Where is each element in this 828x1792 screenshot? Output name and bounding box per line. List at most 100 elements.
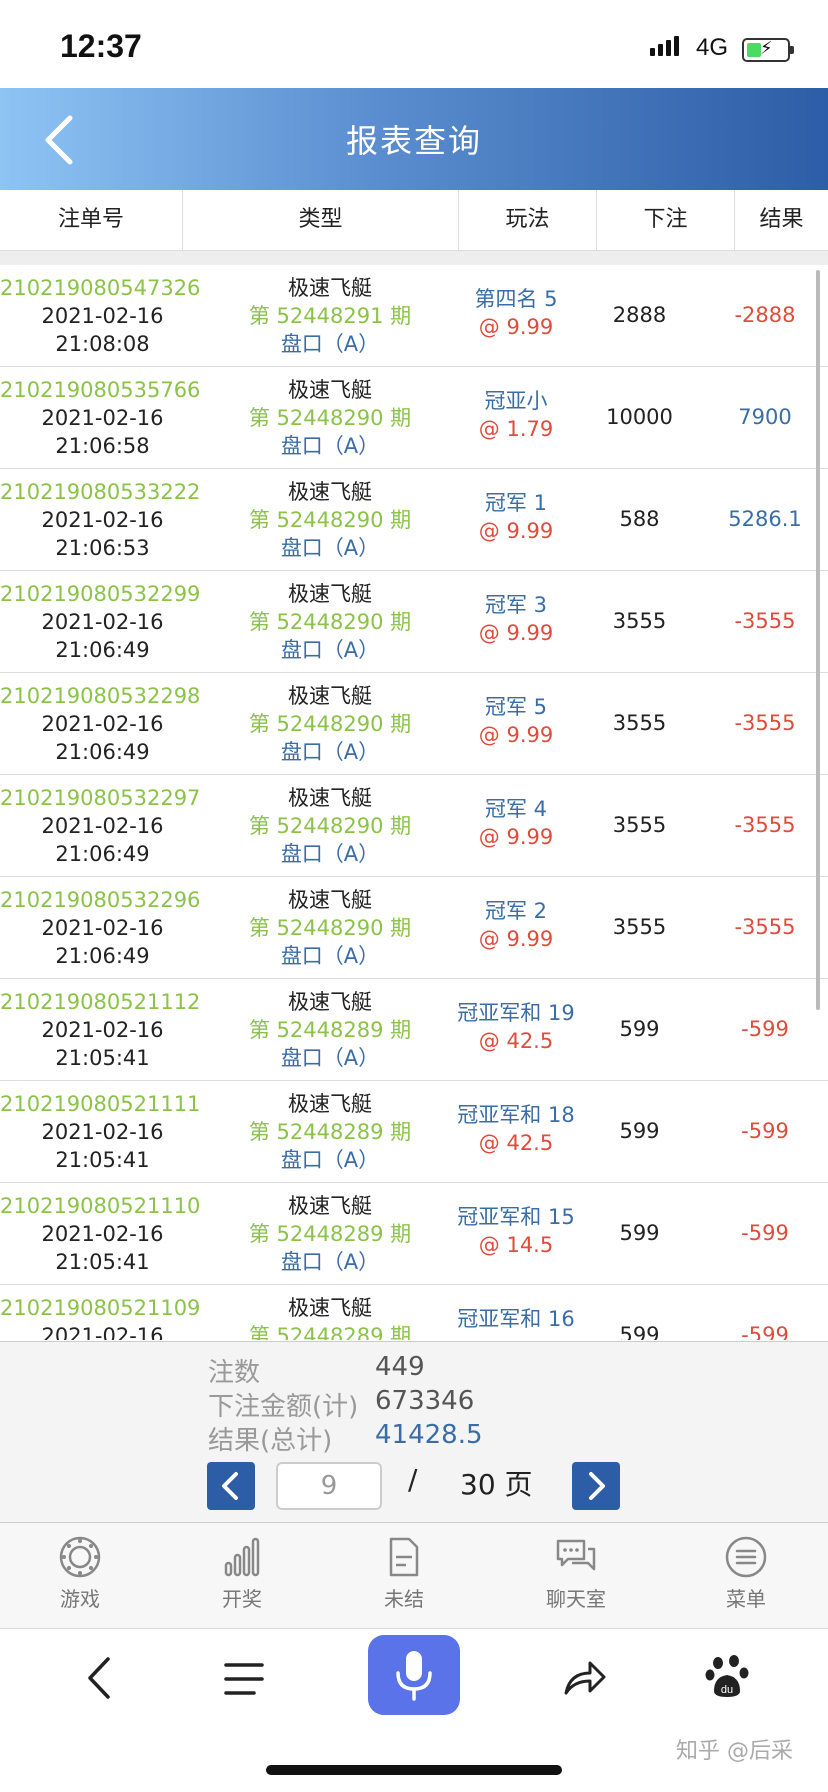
play-name: 冠军 3 [484, 593, 548, 617]
order-number: 210219080535766 [0, 378, 201, 402]
play-name: 冠军 2 [484, 899, 548, 923]
type-cell: 极速飞艇 第 52448289 期 [205, 1294, 455, 1340]
report-list[interactable]: 210219080547326 2021-02-16 21:08:08 极速飞艇… [0, 265, 828, 1340]
odds: @ 9.99 [478, 723, 554, 747]
order-cell: 210219080521111 2021-02-16 21:05:41 [0, 1090, 205, 1174]
status-bar: 12:37 4G ⚡ [0, 0, 828, 88]
scrollbar[interactable] [816, 270, 820, 1010]
order-date: 2021-02-16 [41, 304, 164, 328]
table-row[interactable]: 210219080532298 2021-02-16 21:06:49 极速飞艇… [0, 673, 828, 775]
tab-unsettled[interactable]: 未结 [344, 1535, 464, 1612]
bet-amount: 599 [619, 1017, 660, 1041]
table-row[interactable]: 210219080532296 2021-02-16 21:06:49 极速飞艇… [0, 877, 828, 979]
market: 盘口（A） [280, 740, 380, 764]
prev-page-button[interactable] [207, 1462, 255, 1510]
order-cell: 210219080532296 2021-02-16 21:06:49 [0, 886, 205, 970]
order-date: 2021-02-16 [41, 1324, 164, 1340]
page-total: 30 页 [460, 1468, 533, 1501]
type-cell: 极速飞艇 第 52448291 期 盘口（A） [205, 274, 455, 358]
order-date: 2021-02-16 [41, 916, 164, 940]
order-number: 210219080532296 [0, 888, 201, 912]
count-value: 449 [375, 1352, 425, 1382]
game-name: 极速飞艇 [288, 786, 372, 810]
table-row[interactable]: 210219080521110 2021-02-16 21:05:41 极速飞艇… [0, 1183, 828, 1285]
share-icon[interactable] [560, 1653, 608, 1701]
order-date: 2021-02-16 [41, 1222, 164, 1246]
order-cell: 210219080535766 2021-02-16 21:06:58 [0, 376, 205, 460]
status-time: 12:37 [60, 28, 142, 64]
table-row[interactable]: 210219080532297 2021-02-16 21:06:49 极速飞艇… [0, 775, 828, 877]
bet-amount: 3555 [612, 915, 667, 939]
play-name: 冠亚小 [484, 389, 548, 413]
network-label: 4G [696, 34, 729, 61]
svg-text:du: du [721, 1684, 733, 1696]
voice-search-button[interactable] [368, 1635, 460, 1715]
tab-lottery-results[interactable]: 开奖 [182, 1535, 302, 1612]
order-date: 2021-02-16 [41, 1120, 164, 1144]
order-date: 2021-02-16 [41, 1018, 164, 1042]
table-row[interactable]: 210219080521109 2021-02-16 极速飞艇 第 524482… [0, 1285, 828, 1340]
order-time: 21:06:49 [55, 842, 150, 866]
odds: @ 9.99 [478, 621, 554, 645]
type-cell: 极速飞艇 第 52448290 期 盘口（A） [205, 886, 455, 970]
result-amount: -599 [741, 1221, 789, 1245]
order-number: 210219080521112 [0, 990, 201, 1014]
next-page-button[interactable] [572, 1462, 620, 1510]
play-cell: 冠军 2 @ 9.99 [455, 897, 577, 953]
order-time: 21:08:08 [55, 332, 150, 356]
tab-chat-room[interactable]: 聊天室 [516, 1535, 636, 1612]
order-cell: 210219080532298 2021-02-16 21:06:49 [0, 682, 205, 766]
odds: @ 1.79 [478, 417, 554, 441]
summary-panel: 注数 449 下注金额(计) 673346 结果(总计) 41428.5 9 /… [0, 1341, 828, 1524]
tab-menu[interactable]: 菜单 [686, 1535, 806, 1612]
result-total-label: 结果(总计) [208, 1426, 333, 1456]
tab-label: 开奖 [222, 1587, 262, 1611]
order-time: 21:05:41 [55, 1148, 150, 1172]
order-date: 2021-02-16 [41, 406, 164, 430]
result-amount: -3555 [734, 609, 796, 633]
order-number: 210219080521110 [0, 1194, 201, 1218]
order-cell: 210219080521112 2021-02-16 21:05:41 [0, 988, 205, 1072]
result-amount: 7900 [738, 405, 792, 429]
table-row[interactable]: 210219080521112 2021-02-16 21:05:41 极速飞艇… [0, 979, 828, 1081]
market: 盘口（A） [280, 536, 380, 560]
tab-label: 未结 [384, 1587, 424, 1611]
odds: @ 9.99 [478, 519, 554, 543]
play-name: 第四名 5 [474, 287, 558, 311]
period: 第 52448291 期 [248, 304, 412, 328]
game-name: 极速飞艇 [288, 684, 372, 708]
baidu-paw-icon[interactable]: du [704, 1651, 752, 1699]
order-cell: 210219080532297 2021-02-16 21:06:49 [0, 784, 205, 868]
table-row[interactable]: 210219080547326 2021-02-16 21:08:08 极速飞艇… [0, 265, 828, 367]
odds: @ 9.99 [478, 315, 554, 339]
market: 盘口（A） [280, 332, 380, 356]
bet-amount: 2888 [612, 303, 667, 327]
browser-toolbar: du 知乎 @后采 [0, 1629, 828, 1792]
game-name: 极速飞艇 [288, 378, 372, 402]
browser-back-icon[interactable] [80, 1653, 120, 1703]
table-row[interactable]: 210219080521111 2021-02-16 21:05:41 极速飞艇… [0, 1081, 828, 1183]
page-input[interactable]: 9 [276, 1462, 382, 1510]
period: 第 52448289 期 [248, 1120, 412, 1144]
bet-amount: 10000 [606, 405, 673, 429]
play-name: 冠军 4 [484, 797, 548, 821]
game-name: 极速飞艇 [288, 1092, 372, 1116]
bar-chart-icon [224, 1537, 260, 1577]
bet-total-label: 下注金额(计) [208, 1392, 359, 1422]
period: 第 52448289 期 [248, 1324, 412, 1340]
play-name: 冠亚军和 18 [457, 1103, 575, 1127]
tab-label: 菜单 [726, 1587, 766, 1611]
order-date: 2021-02-16 [41, 814, 164, 838]
hamburger-icon[interactable] [222, 1659, 266, 1699]
table-row[interactable]: 210219080533222 2021-02-16 21:06:53 极速飞艇… [0, 469, 828, 571]
watermark: 知乎 @后采 [676, 1739, 793, 1764]
play-cell: 冠军 5 @ 9.99 [455, 693, 577, 749]
home-indicator[interactable] [266, 1765, 562, 1775]
period: 第 52448290 期 [248, 610, 412, 634]
chevron-left-icon [222, 1472, 238, 1500]
play-cell: 冠军 4 @ 9.99 [455, 795, 577, 851]
table-row[interactable]: 210219080535766 2021-02-16 21:06:58 极速飞艇… [0, 367, 828, 469]
tab-game[interactable]: 游戏 [20, 1535, 140, 1612]
table-row[interactable]: 210219080532299 2021-02-16 21:06:49 极速飞艇… [0, 571, 828, 673]
odds: @ 42.5 [478, 1029, 554, 1053]
